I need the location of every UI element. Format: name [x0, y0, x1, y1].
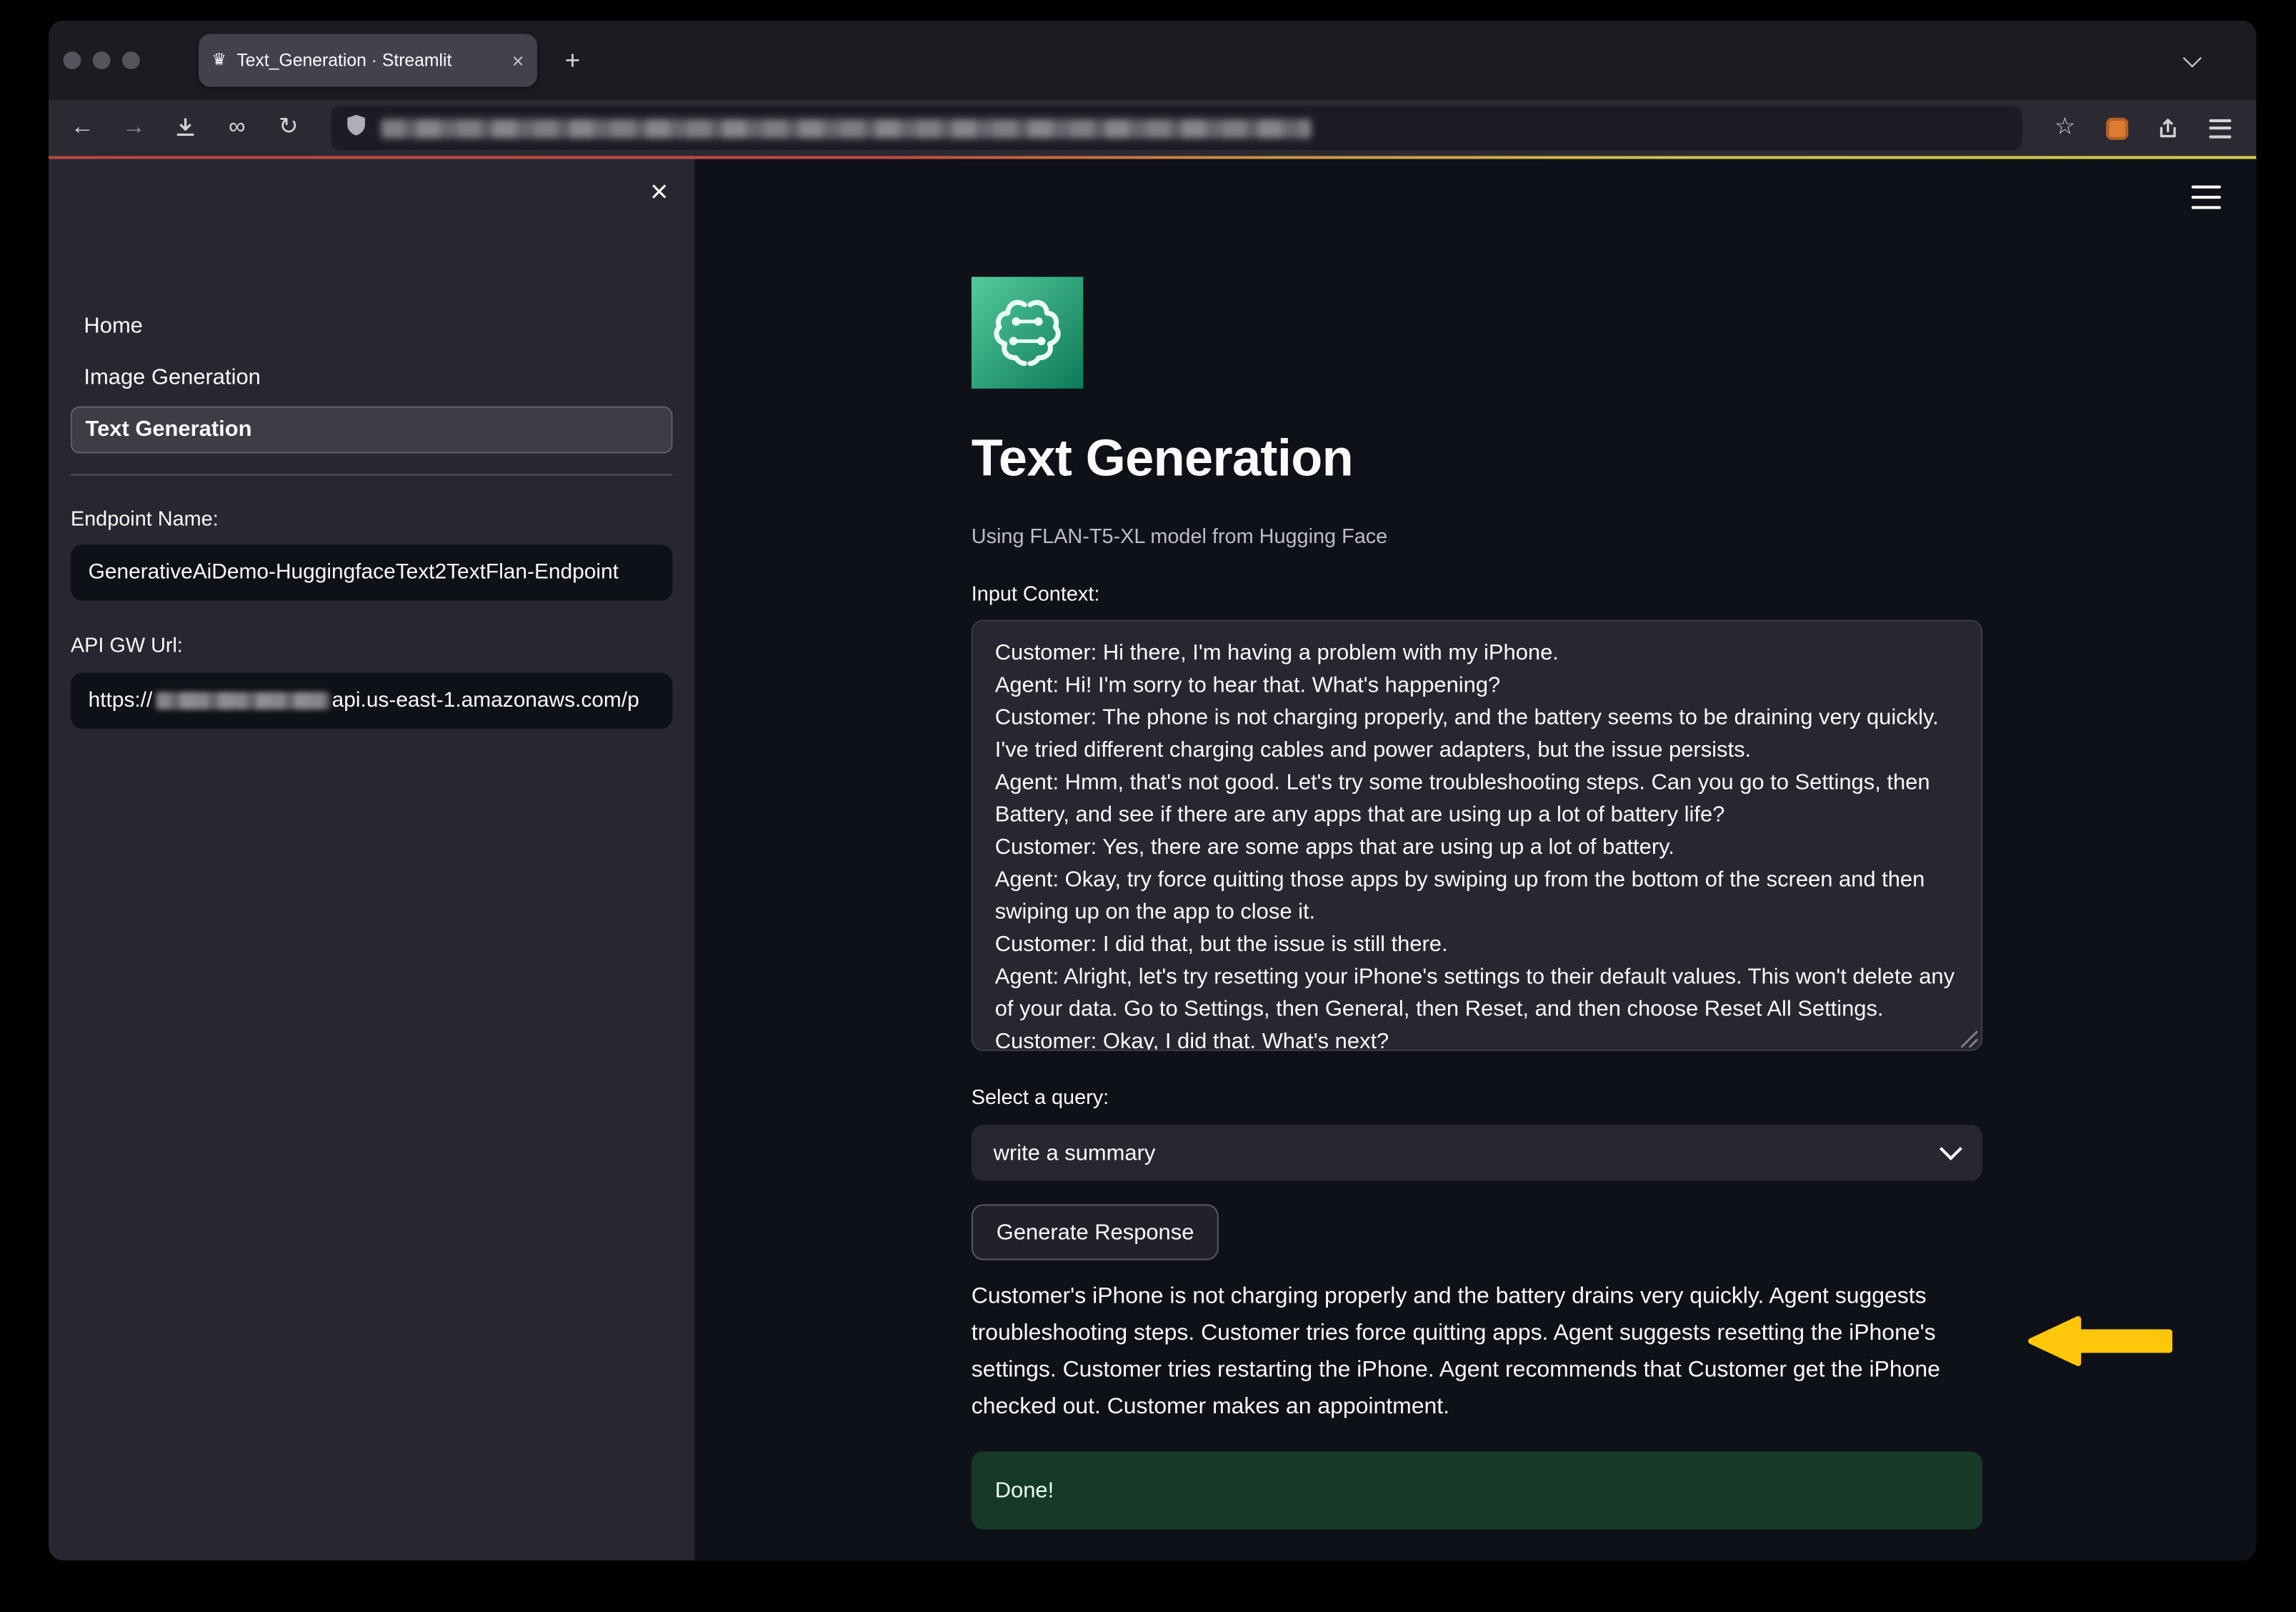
- redacted-url-segment: [155, 692, 329, 710]
- refresh-icon[interactable]: ↻: [265, 104, 312, 151]
- select-chevron-down-icon: [1940, 1138, 1962, 1160]
- tab-close-icon[interactable]: ×: [512, 50, 524, 71]
- sidebar-item-image-generation[interactable]: Image Generation: [71, 355, 673, 402]
- browser-tab[interactable]: ♛ Text_Generation · Streamlit ×: [199, 34, 537, 86]
- input-context-label: Input Context:: [972, 582, 1100, 605]
- api-gw-url-label: API GW Url:: [71, 633, 183, 657]
- endpoint-name-input[interactable]: GenerativeAiDemo-HuggingfaceText2TextFla…: [71, 544, 673, 600]
- api-url-suffix: api.us-east-1.amazonaws.com/p: [332, 689, 639, 712]
- main-content: Text Generation Using FLAN-T5-XL model f…: [694, 159, 2256, 1561]
- annotation-arrow-icon: [2027, 1312, 2174, 1370]
- navigation-toolbar: ← → ∞ ↻ ☆: [49, 100, 2256, 156]
- query-select[interactable]: write a summary: [972, 1125, 1982, 1180]
- forward-icon[interactable]: →: [111, 104, 158, 151]
- screenshot-canvas: ♛ Text_Generation · Streamlit × + ← → ∞ …: [0, 0, 2296, 1612]
- app-logo-brain-icon: [972, 277, 1084, 389]
- page-title: Text Generation: [972, 430, 1353, 489]
- browser-menu-icon[interactable]: [2196, 104, 2243, 151]
- streamlit-app: × Home Image Generation Text Generation …: [49, 159, 2256, 1561]
- textarea-resize-handle[interactable]: [1960, 1029, 1978, 1047]
- api-url-prefix: https://: [89, 689, 153, 712]
- back-icon[interactable]: ←: [59, 104, 106, 151]
- api-gw-url-input[interactable]: https:// api.us-east-1.amazonaws.com/p: [71, 673, 673, 729]
- new-tab-button[interactable]: +: [549, 37, 596, 84]
- endpoint-name-label: Endpoint Name:: [71, 507, 219, 530]
- close-window-button[interactable]: [64, 51, 81, 69]
- minimize-window-button[interactable]: [93, 51, 111, 69]
- input-context-textarea[interactable]: Customer: Hi there, I'm having a problem…: [972, 620, 1982, 1051]
- query-select-value: write a summary: [994, 1140, 1156, 1165]
- address-bar[interactable]: [331, 106, 2022, 150]
- select-query-label: Select a query:: [972, 1085, 1109, 1108]
- sidebar-divider: [71, 474, 673, 475]
- success-banner: Done!: [972, 1451, 1982, 1529]
- crown-favicon-icon: ♛: [212, 52, 226, 69]
- tab-title: Text_Generation · Streamlit: [236, 50, 501, 71]
- tab-list-chevron-icon[interactable]: [2168, 37, 2215, 84]
- download-icon[interactable]: [162, 104, 209, 151]
- sidebar: × Home Image Generation Text Generation …: [49, 159, 694, 1561]
- extension-icon[interactable]: [2093, 104, 2140, 151]
- browser-window: ♛ Text_Generation · Streamlit × + ← → ∞ …: [49, 21, 2256, 1561]
- sidebar-item-home[interactable]: Home: [71, 303, 673, 350]
- sidebar-item-text-generation[interactable]: Text Generation: [71, 407, 673, 454]
- page-subtitle: Using FLAN-T5-XL model from Hugging Face: [972, 524, 1387, 547]
- generate-response-button[interactable]: Generate Response: [972, 1204, 1219, 1260]
- share-icon[interactable]: [2145, 104, 2192, 151]
- tab-bar: ♛ Text_Generation · Streamlit × +: [49, 21, 2256, 100]
- bookmark-star-icon[interactable]: ☆: [2042, 104, 2089, 151]
- maximize-window-button[interactable]: [122, 51, 140, 69]
- endpoint-name-value: GenerativeAiDemo-HuggingfaceText2TextFla…: [89, 561, 619, 584]
- redacted-url-text: [381, 119, 1312, 138]
- success-text: Done!: [995, 1478, 1054, 1503]
- sidebar-close-icon[interactable]: ×: [650, 176, 668, 207]
- response-text: Customer's iPhone is not charging proper…: [972, 1278, 1987, 1425]
- infinity-icon[interactable]: ∞: [214, 104, 261, 151]
- app-menu-icon[interactable]: [2192, 186, 2221, 209]
- window-controls: [64, 51, 140, 69]
- shield-icon[interactable]: [346, 113, 366, 144]
